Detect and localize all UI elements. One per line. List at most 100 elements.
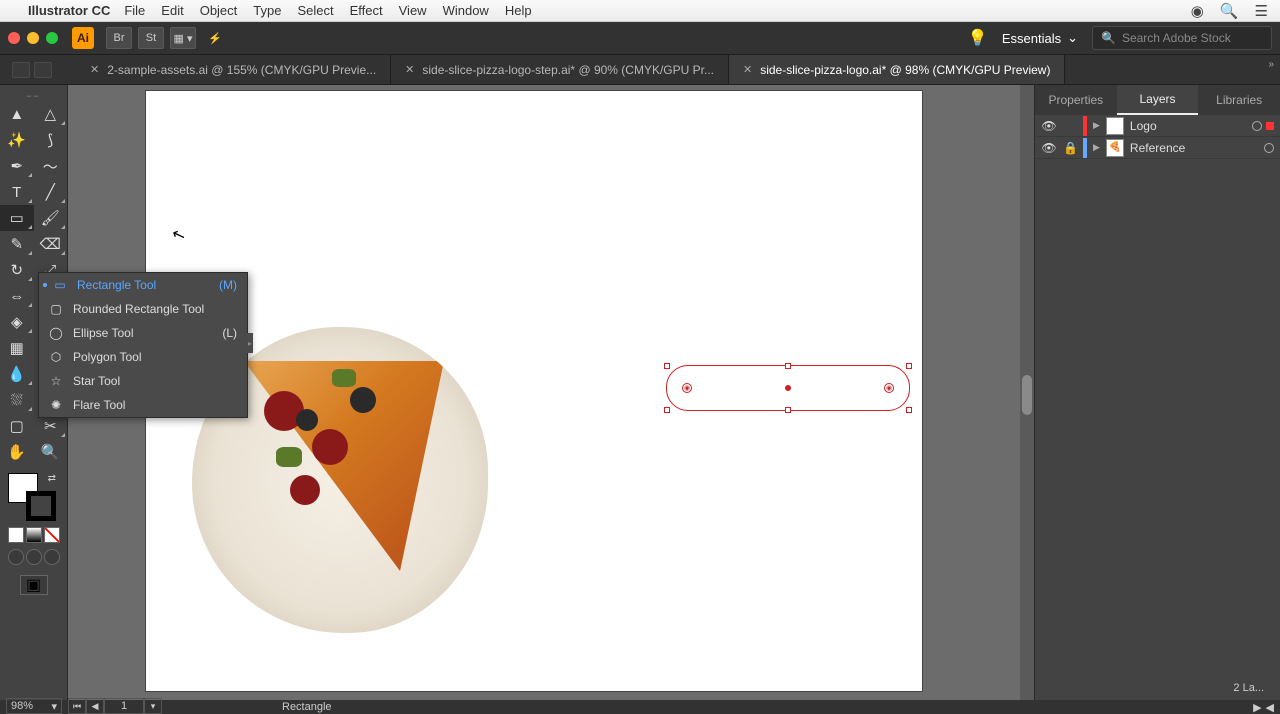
visibility-icon[interactable]: 👁 <box>1041 119 1057 133</box>
menu-file[interactable]: File <box>124 3 145 18</box>
menu-effect[interactable]: Effect <box>350 3 383 18</box>
selection-indicator[interactable] <box>1266 122 1274 130</box>
layer-row-logo[interactable]: 👁 ▶ Logo <box>1035 115 1280 137</box>
spotlight-icon[interactable]: 🔍 <box>1220 2 1239 20</box>
tabs-overflow-icon[interactable]: » <box>1268 59 1274 70</box>
artboard[interactable]: ◉ ◉ <box>146 91 922 691</box>
draw-inside-button[interactable] <box>44 549 60 565</box>
artboard-tool[interactable]: ▢ <box>0 413 34 439</box>
lasso-tool[interactable]: ⟆ <box>34 127 68 153</box>
line-tool[interactable]: ╱ <box>34 179 68 205</box>
gradient-button[interactable] <box>26 527 42 543</box>
expand-arrow-icon[interactable]: ▶ <box>1093 142 1100 153</box>
stock-button[interactable]: St <box>138 27 164 49</box>
layer-name[interactable]: Logo <box>1130 119 1157 133</box>
stock-search[interactable]: 🔍Search Adobe Stock <box>1092 26 1272 50</box>
shaper-tool[interactable]: ✎ <box>0 231 34 257</box>
menu-type[interactable]: Type <box>253 3 281 18</box>
discover-icon[interactable]: 💡 <box>968 28 988 48</box>
bridge-button[interactable]: Br <box>106 27 132 49</box>
tab-scroll-left[interactable] <box>12 62 30 78</box>
symbol-sprayer-tool[interactable]: ⛆ <box>0 387 34 413</box>
rotate-tool[interactable]: ↻ <box>0 257 34 283</box>
zoom-dropdown[interactable]: 98%▾ <box>6 698 62 714</box>
flyout-star-tool[interactable]: ☆Star Tool <box>39 369 247 393</box>
flyout-rounded-rectangle-tool[interactable]: ▢Rounded Rectangle Tool <box>39 297 247 321</box>
menu-help[interactable]: Help <box>505 3 532 18</box>
scroll-right-icon[interactable]: ▶ <box>1253 701 1261 714</box>
flyout-rectangle-tool[interactable]: ▭Rectangle Tool(M) <box>39 273 247 297</box>
color-button[interactable] <box>8 527 24 543</box>
flyout-ellipse-tool[interactable]: ◯Ellipse Tool(L) <box>39 321 247 345</box>
resize-handle-s[interactable] <box>785 407 791 413</box>
screen-mode-button[interactable]: ▣ <box>20 575 48 595</box>
menu-object[interactable]: Object <box>200 3 238 18</box>
document-tab-1[interactable]: ✕side-slice-pizza-logo-step.ai* @ 90% (C… <box>391 55 729 84</box>
menu-edit[interactable]: Edit <box>161 3 183 18</box>
cc-icon[interactable]: ◉ <box>1191 2 1204 20</box>
scroll-left-icon[interactable]: ◀ <box>1266 701 1274 714</box>
document-tab-2[interactable]: ✕side-slice-pizza-logo.ai* @ 98% (CMYK/G… <box>729 55 1066 84</box>
pen-tool[interactable]: ✒ <box>0 153 34 179</box>
tab-libraries[interactable]: Libraries <box>1198 85 1280 115</box>
maximize-window-button[interactable] <box>46 32 58 44</box>
draw-normal-button[interactable] <box>8 549 24 565</box>
fill-stroke-control[interactable]: ⇄ <box>8 473 56 521</box>
artboard-dropdown[interactable]: ▾ <box>144 698 162 714</box>
hand-tool[interactable]: ✋ <box>0 439 34 465</box>
document-tab-0[interactable]: ✕2-sample-assets.ai @ 155% (CMYK/GPU Pre… <box>76 55 391 84</box>
stroke-swatch[interactable] <box>26 491 56 521</box>
resize-handle-se[interactable] <box>906 407 912 413</box>
flyout-flare-tool[interactable]: ✺Flare Tool <box>39 393 247 417</box>
resize-handle-nw[interactable] <box>664 363 670 369</box>
tab-scroll-right[interactable] <box>34 62 52 78</box>
direct-selection-tool[interactable]: △ <box>34 101 68 127</box>
close-tab-icon[interactable]: ✕ <box>405 63 414 76</box>
resize-handle-n[interactable] <box>785 363 791 369</box>
mesh-tool[interactable]: ▦ <box>0 335 34 361</box>
target-icon[interactable] <box>1252 121 1262 131</box>
center-point[interactable] <box>785 385 791 391</box>
draw-behind-button[interactable] <box>26 549 42 565</box>
toolbox-grip[interactable]: ┉┉ <box>0 91 67 101</box>
menu-view[interactable]: View <box>399 3 427 18</box>
close-tab-icon[interactable]: ✕ <box>90 63 99 76</box>
gpu-button[interactable]: ⚡ <box>202 27 228 49</box>
curvature-tool[interactable]: 〜 <box>34 153 68 179</box>
first-artboard-button[interactable]: ⏮ <box>68 698 86 714</box>
shape-builder-tool[interactable]: ◈ <box>0 309 34 335</box>
corner-widget-right[interactable]: ◉ <box>884 383 894 393</box>
expand-arrow-icon[interactable]: ▶ <box>1093 120 1100 131</box>
vertical-scrollbar[interactable] <box>1020 85 1034 700</box>
close-tab-icon[interactable]: ✕ <box>743 63 752 76</box>
flyout-polygon-tool[interactable]: ⬡Polygon Tool <box>39 345 247 369</box>
minimize-window-button[interactable] <box>27 32 39 44</box>
type-tool[interactable]: T <box>0 179 34 205</box>
width-tool[interactable]: ⇔ <box>0 283 34 309</box>
tab-layers[interactable]: Layers <box>1117 85 1199 115</box>
layer-name[interactable]: Reference <box>1130 141 1185 155</box>
tab-properties[interactable]: Properties <box>1035 85 1117 115</box>
app-name[interactable]: Illustrator CC <box>28 3 110 18</box>
close-window-button[interactable] <box>8 32 20 44</box>
visibility-icon[interactable]: 👁 <box>1041 141 1057 155</box>
zoom-tool[interactable]: 🔍 <box>34 439 68 465</box>
artboard-number[interactable]: 1 <box>104 698 144 714</box>
lock-icon[interactable]: 🔒 <box>1063 141 1077 155</box>
workspace-switcher[interactable]: Essentials⌄ <box>1002 30 1078 46</box>
none-button[interactable] <box>44 527 60 543</box>
menu-select[interactable]: Select <box>297 3 333 18</box>
layer-row-reference[interactable]: 👁 🔒 ▶ 🍕 Reference <box>1035 137 1280 159</box>
menu-icon[interactable]: ☰ <box>1255 2 1268 20</box>
prev-artboard-button[interactable]: ◀ <box>86 698 104 714</box>
eraser-tool[interactable]: ⌫ <box>34 231 68 257</box>
menu-window[interactable]: Window <box>443 3 489 18</box>
resize-handle-sw[interactable] <box>664 407 670 413</box>
corner-widget-left[interactable]: ◉ <box>682 383 692 393</box>
paintbrush-tool[interactable]: 🖌 <box>34 205 68 231</box>
rectangle-tool[interactable]: ▭ <box>0 205 34 231</box>
resize-handle-ne[interactable] <box>906 363 912 369</box>
eyedropper-tool[interactable]: 💧 <box>0 361 34 387</box>
selection-tool[interactable]: ▲ <box>0 101 34 127</box>
swap-fill-stroke-icon[interactable]: ⇄ <box>48 473 56 484</box>
